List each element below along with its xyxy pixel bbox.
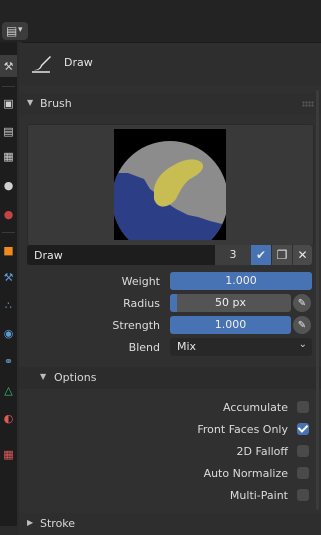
brush-preview-image[interactable]: [114, 129, 226, 240]
tab-texture[interactable]: ▦: [0, 443, 17, 465]
properties-editor-icon: ▤: [6, 24, 18, 38]
drag-grip-icon[interactable]: [302, 101, 314, 107]
strength-slider[interactable]: 1.000: [170, 316, 291, 334]
accumulate-label: Accumulate: [223, 401, 288, 414]
radius-pressure-button[interactable]: ✎: [293, 294, 311, 312]
weight-label: Weight: [121, 275, 160, 288]
scrollbar[interactable]: [316, 90, 319, 510]
draw-brush-icon: [32, 56, 51, 73]
radius-value: 50 px: [215, 296, 246, 309]
divider: [2, 86, 15, 87]
fake-user-button[interactable]: ✔: [251, 245, 271, 265]
tab-constraints[interactable]: ⚭: [0, 350, 17, 372]
pen-pressure-icon: ✎: [297, 297, 307, 309]
stroke-section-title: Stroke: [40, 517, 76, 530]
accumulate-checkbox[interactable]: [297, 401, 309, 413]
weight-value: 1.000: [225, 274, 257, 287]
printer-icon: ▤: [3, 124, 14, 138]
tab-material[interactable]: ◐: [0, 407, 17, 429]
tab-physics[interactable]: ◉: [0, 322, 17, 344]
multi-paint-checkbox[interactable]: [297, 489, 309, 501]
brush-users-count[interactable]: 3: [215, 245, 251, 265]
front-faces-only-checkbox[interactable]: [297, 423, 309, 435]
object-icon: ■: [3, 243, 14, 257]
editor-type-dropdown[interactable]: ▤ ▾: [2, 22, 28, 40]
blend-dropdown[interactable]: Mix ⌄: [170, 338, 312, 356]
front-faces-only-label: Front Faces Only: [197, 423, 288, 436]
properties-tab-column: ⚒ ▣ ▤ ▦ ● ● ■ ⚒ ∴ ◉ ⚭ △ ◐ ▦: [0, 42, 17, 526]
brush-name-text: Draw: [34, 249, 63, 262]
radius-label: Radius: [123, 297, 160, 310]
brush-section-title: Brush: [40, 97, 72, 110]
auto-normalize-label: Auto Normalize: [203, 467, 288, 480]
tab-modifiers[interactable]: ⚒: [0, 266, 17, 288]
strength-value: 1.000: [214, 318, 247, 331]
tab-render[interactable]: ▣: [0, 92, 17, 114]
collapse-arrow-icon[interactable]: ▼: [27, 98, 33, 107]
brush-name-field[interactable]: Draw: [27, 245, 215, 265]
image-icon: ▦: [3, 149, 14, 163]
blend-label: Blend: [128, 341, 160, 354]
strength-pressure-button[interactable]: ✎: [293, 316, 311, 334]
tool-icon: ⚒: [3, 59, 14, 73]
blend-value: Mix: [177, 340, 197, 353]
duplicate-icon: ❐: [276, 248, 288, 262]
tab-data[interactable]: △: [0, 379, 17, 401]
tab-tool[interactable]: ⚒: [0, 55, 17, 77]
header-bar: [0, 0, 321, 42]
tab-world[interactable]: ●: [0, 203, 17, 225]
radius-slider[interactable]: 50 px: [170, 294, 291, 312]
material-icon: ◐: [3, 411, 14, 425]
camera-icon: ▣: [3, 96, 14, 110]
collapse-arrow-icon[interactable]: ▼: [40, 372, 46, 381]
tab-scene[interactable]: ●: [0, 174, 17, 196]
mesh-data-icon: △: [4, 383, 13, 397]
shield-check-icon: ✔: [255, 248, 267, 262]
close-icon: ✕: [297, 248, 308, 262]
particles-icon: ∴: [5, 298, 12, 312]
wrench-icon: ⚒: [3, 270, 14, 284]
tab-output[interactable]: ▤: [0, 120, 17, 142]
texture-icon: ▦: [3, 447, 14, 461]
divider: [2, 232, 15, 233]
weight-slider[interactable]: 1.000: [170, 272, 312, 290]
scene-icon: ●: [3, 178, 14, 192]
pen-pressure-icon: ✎: [297, 319, 307, 331]
world-icon: ●: [3, 207, 14, 221]
tab-view-layer[interactable]: ▦: [0, 145, 17, 167]
tab-object[interactable]: ■: [0, 239, 17, 261]
multi-paint-label: Multi-Paint: [229, 489, 288, 502]
tool-name: Draw: [64, 56, 93, 69]
chevron-down-icon: ⌄: [298, 339, 307, 350]
constraints-icon: ⚭: [3, 354, 14, 368]
auto-normalize-checkbox[interactable]: [297, 467, 309, 479]
options-section-title: Options: [54, 371, 97, 384]
duplicate-brush-button[interactable]: ❐: [272, 245, 292, 265]
chevron-down-icon: ▾: [18, 25, 23, 35]
2d-falloff-label: 2D Falloff: [236, 445, 288, 458]
unlink-brush-button[interactable]: ✕: [293, 245, 312, 265]
strength-label: Strength: [112, 319, 160, 332]
2d-falloff-checkbox[interactable]: [297, 445, 309, 457]
tab-particles[interactable]: ∴: [0, 294, 17, 316]
physics-icon: ◉: [3, 326, 14, 340]
